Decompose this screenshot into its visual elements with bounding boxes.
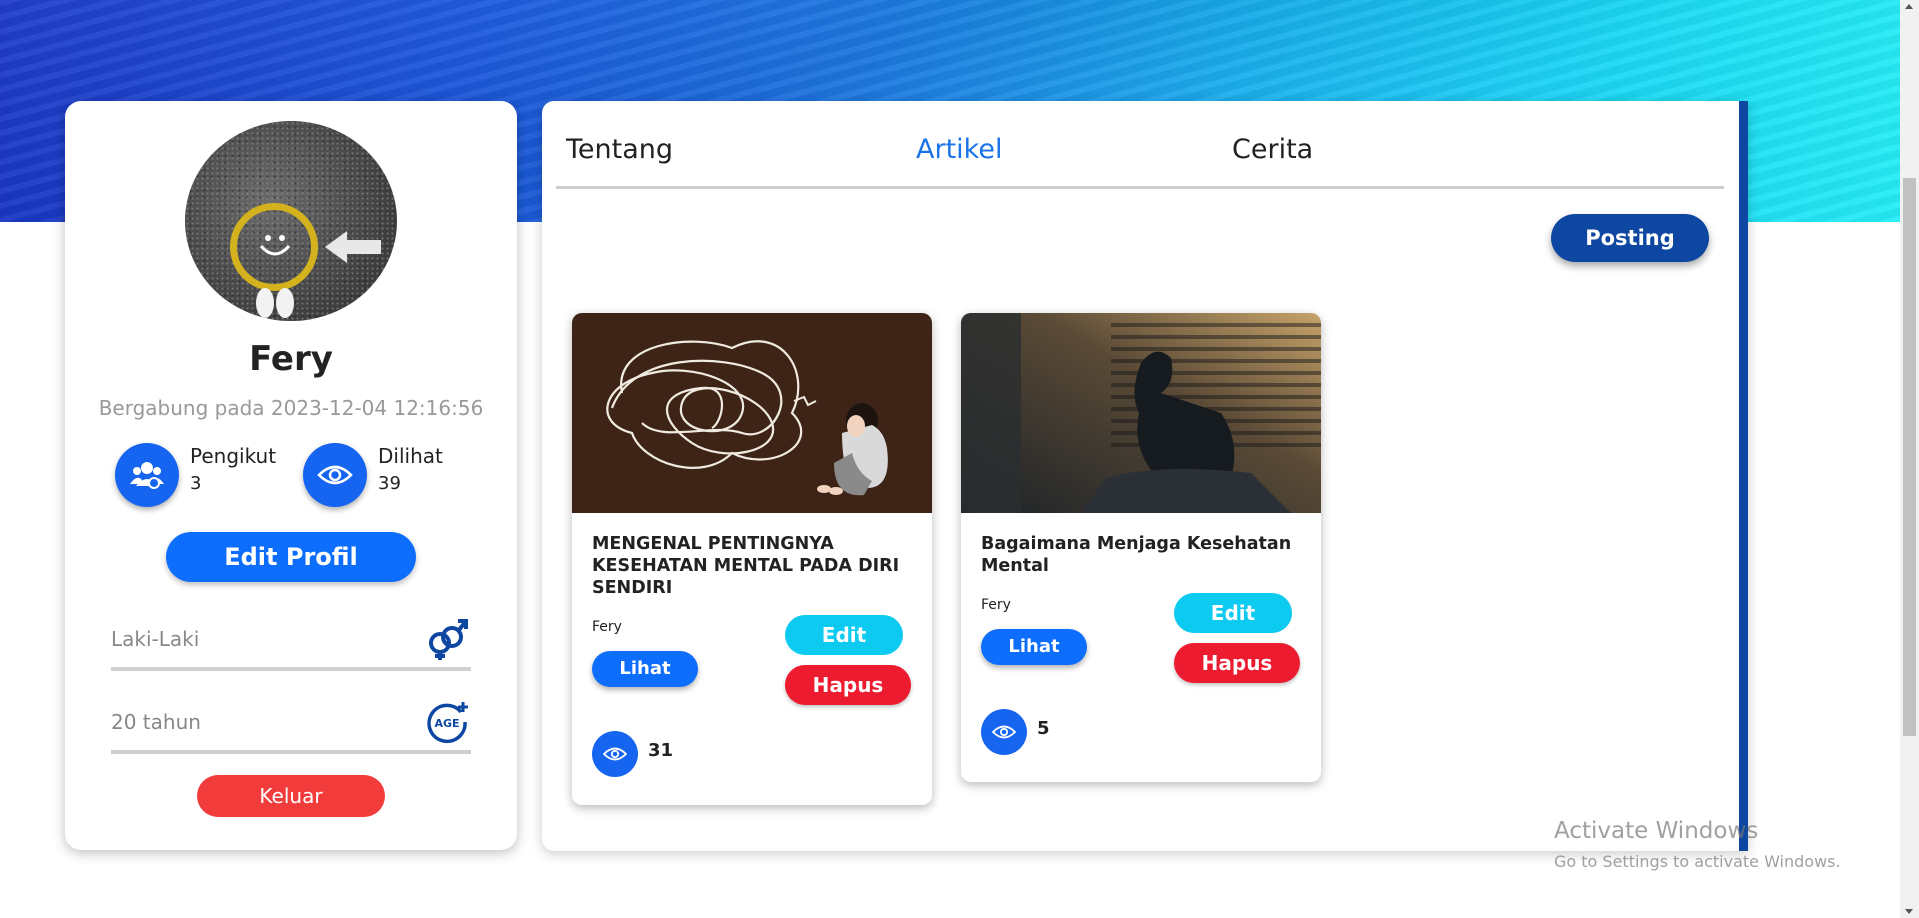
article-view-count: 5 (1037, 718, 1050, 739)
age-icon: AGE (427, 702, 468, 744)
edit-article-button[interactable]: Edit (1174, 593, 1292, 633)
eye-icon (592, 731, 638, 777)
scroll-up-arrow-icon[interactable] (1905, 4, 1913, 9)
edit-profile-button[interactable]: Edit Profil (166, 532, 416, 582)
eye-icon (981, 709, 1027, 755)
age-row: 20 tahun AGE (111, 694, 471, 754)
profile-name: Fery (249, 339, 333, 379)
smiley-face-icon (259, 235, 291, 256)
tab-artikel[interactable]: Artikel (916, 134, 1002, 165)
article-card: Bagaimana Menjaga Kesehatan Mental Fery … (961, 313, 1321, 782)
followers-icon (115, 443, 179, 507)
scroll-down-arrow-icon[interactable] (1905, 909, 1913, 914)
views-count: 39 (378, 473, 401, 494)
activate-windows-title: Activate Windows (1554, 818, 1759, 844)
tab-cerita[interactable]: Cerita (1232, 134, 1313, 165)
avatar (185, 121, 397, 321)
tab-bar: Tentang Artikel Cerita (556, 101, 1724, 189)
arrow-graphic (325, 231, 381, 263)
page-scrollbar[interactable] (1900, 0, 1919, 918)
followers-label: Pengikut (190, 444, 277, 468)
profile-card: Fery Bergabung pada 2023-12-04 12:16:56 … (65, 101, 517, 850)
age-value: 20 tahun (111, 710, 201, 734)
views-label: Dilihat (378, 444, 443, 468)
tab-tentang[interactable]: Tentang (566, 134, 673, 165)
article-author: Fery (981, 597, 1011, 613)
article-title[interactable]: Bagaimana Menjaga Kesehatan Mental (981, 533, 1301, 577)
delete-article-button[interactable]: Hapus (1174, 643, 1300, 683)
joined-date: Bergabung pada 2023-12-04 12:16:56 (98, 396, 484, 420)
article-title[interactable]: MENGENAL PENTINGNYA KESEHATAN MENTAL PAD… (592, 533, 912, 599)
content-panel: Tentang Artikel Cerita Posting MENGENAL … (542, 101, 1748, 851)
article-author: Fery (592, 619, 622, 635)
scroll-thumb[interactable] (1903, 178, 1916, 736)
delete-article-button[interactable]: Hapus (785, 665, 911, 705)
activate-windows-subtitle: Go to Settings to activate Windows. (1554, 852, 1841, 871)
view-article-button[interactable]: Lihat (981, 629, 1087, 665)
gender-value: Laki-Laki (111, 627, 200, 651)
article-card: MENGENAL PENTINGNYA KESEHATAN MENTAL PAD… (572, 313, 932, 805)
followers-count: 3 (190, 473, 202, 494)
article-thumbnail (572, 313, 932, 513)
posting-button[interactable]: Posting (1551, 214, 1709, 262)
views-icon (303, 443, 367, 507)
article-view-count: 31 (648, 740, 674, 761)
article-thumbnail (961, 313, 1321, 513)
logout-button[interactable]: Keluar (197, 775, 385, 817)
gender-row: Laki-Laki (111, 611, 471, 671)
svg-text:AGE: AGE (434, 717, 459, 730)
view-article-button[interactable]: Lihat (592, 651, 698, 687)
gender-icon (429, 619, 468, 660)
edit-article-button[interactable]: Edit (785, 615, 903, 655)
shoes-graphic (256, 288, 294, 318)
